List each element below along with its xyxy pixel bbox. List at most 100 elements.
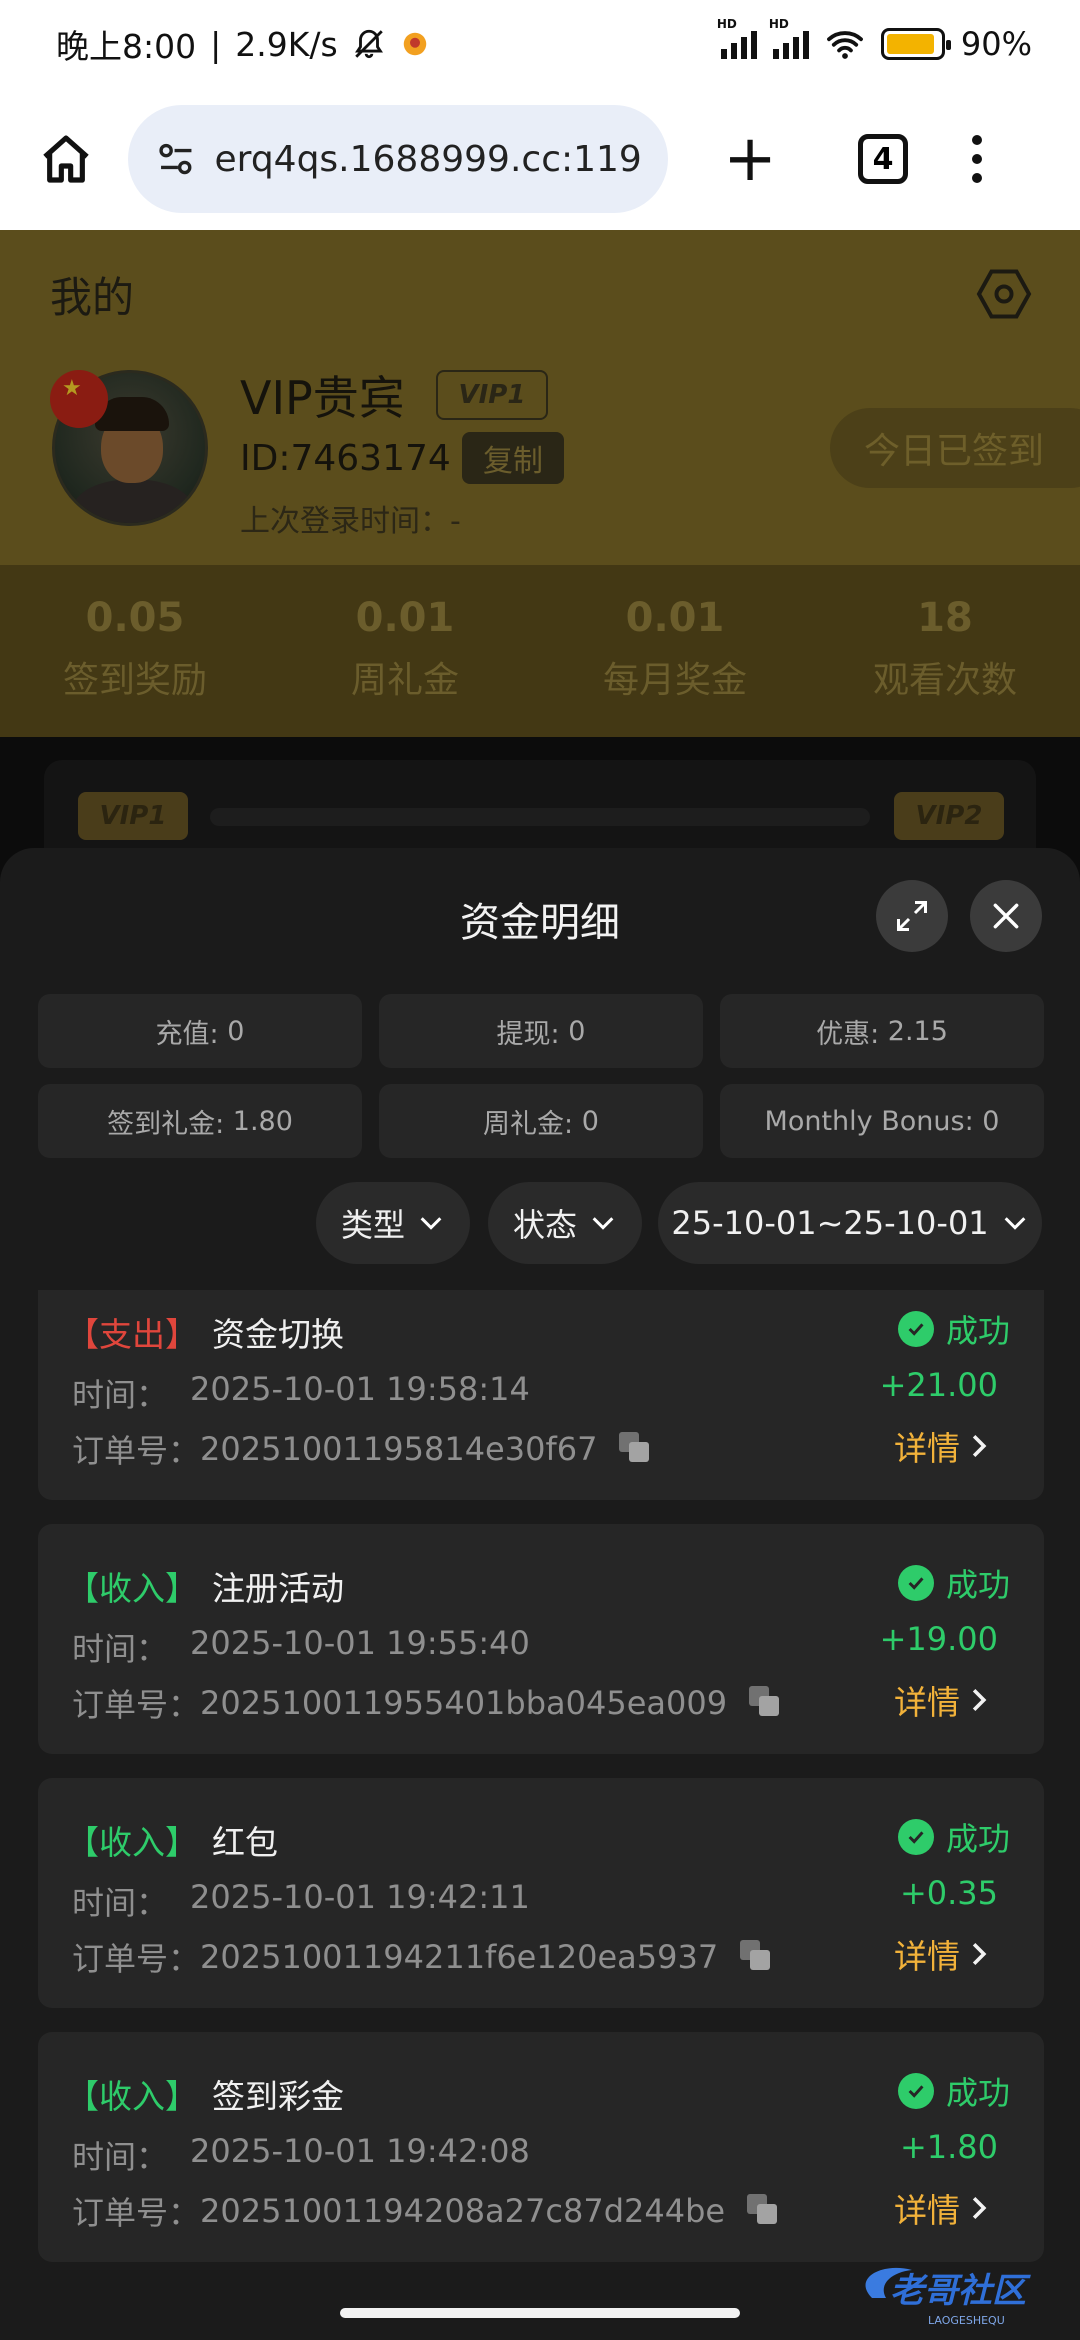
copy-icon[interactable] — [747, 2194, 781, 2228]
expand-icon — [897, 901, 927, 931]
browser-menu-button[interactable] — [972, 135, 982, 183]
chevron-down-icon — [592, 1217, 614, 1230]
record-tag: 【支出】 — [66, 1315, 198, 1354]
stat-monthly-bonus[interactable]: 0.01 每月奖金 — [540, 565, 810, 737]
home-icon — [43, 135, 89, 183]
chevron-right-icon — [972, 1434, 987, 1458]
type-filter-dropdown[interactable]: 类型 — [316, 1182, 470, 1264]
check-icon — [897, 1565, 934, 1601]
copy-icon[interactable] — [740, 1940, 774, 1974]
flag-icon — [50, 370, 108, 428]
expand-button[interactable] — [876, 880, 948, 952]
tab-switcher-button[interactable]: 4 — [858, 134, 908, 184]
transaction-list: 【支出】 资金切换 时间： 2025-10-01 19:58:14 订单号： 2025… — [38, 1290, 1044, 2290]
battery-percent: 90% — [960, 25, 1032, 63]
record-detail-link[interactable]: 详情 — [894, 2184, 990, 2232]
page-title: 我的 — [50, 273, 135, 322]
summary-withdraw: 提现: 0 — [379, 994, 703, 1068]
stat-sign-reward[interactable]: 0.05 签到奖励 — [0, 565, 270, 737]
record-tag: 【收入】 — [66, 1569, 198, 1608]
copy-icon[interactable] — [749, 1686, 783, 1720]
status-filter-dropdown[interactable]: 状态 — [488, 1182, 642, 1264]
settings-icon[interactable] — [974, 264, 1034, 324]
last-login-text: 上次登录时间：- — [240, 504, 461, 539]
chevron-down-icon — [420, 1217, 442, 1230]
summary-sign-gift: 签到礼金: 1.80 — [38, 1084, 362, 1158]
stat-view-count[interactable]: 18 观看次数 — [810, 565, 1080, 737]
record-amount: +19.00 — [879, 1620, 998, 1658]
record-name: 红包 — [212, 1823, 278, 1862]
close-button[interactable] — [970, 880, 1042, 952]
status-time: 晚上8:00 — [56, 27, 197, 66]
close-icon — [993, 903, 1019, 929]
watermark-logo: 老哥社区 LAOGESHEQU — [865, 2267, 1031, 2327]
copy-icon[interactable] — [619, 1432, 653, 1466]
user-id: ID:7463174 — [240, 438, 451, 479]
transaction-record[interactable]: 【收入】 注册活动 时间： 2025-10-01 19:55:40 订单号： 2025… — [38, 1524, 1044, 1754]
user-name: VIP贵宾 — [240, 371, 405, 425]
record-name: 注册活动 — [212, 1569, 344, 1608]
chevron-right-icon — [972, 1942, 987, 1966]
record-order: 202510011955401bba045ea009 — [200, 1684, 728, 1722]
summary-deposit: 充值: 0 — [38, 994, 362, 1068]
record-status: 成功 — [897, 1306, 1010, 1352]
record-time: 2025-10-01 19:42:08 — [190, 2132, 530, 2170]
transaction-record[interactable]: 【支出】 资金切换 时间： 2025-10-01 19:58:14 订单号： 2025… — [38, 1290, 1044, 1500]
vip-to-badge: VIP2 — [894, 792, 1004, 840]
record-order: 20251001195814e30f67 — [200, 1430, 598, 1468]
date-range-dropdown[interactable]: 25-10-01~25-10-01 — [658, 1182, 1042, 1264]
chevron-down-icon — [1004, 1217, 1026, 1230]
record-name: 资金切换 — [212, 1315, 344, 1354]
url-text: erq4qs.1688999.cc:1196/ — [214, 138, 641, 180]
gesture-bar[interactable] — [340, 2308, 740, 2318]
status-bar: 晚上8:00 | 2.9K/s HD HD 90% — [0, 0, 1080, 88]
network-speed: 2.9K/s — [235, 24, 338, 64]
hd-signal-icon: HD — [769, 17, 809, 59]
record-time: 2025-10-01 19:42:11 — [190, 1878, 530, 1916]
record-detail-link[interactable]: 详情 — [894, 1422, 990, 1470]
record-amount: +0.35 — [899, 1874, 998, 1912]
site-settings-icon[interactable] — [156, 137, 197, 181]
summary-monthly-bonus: Monthly Bonus: 0 — [720, 1084, 1044, 1158]
chevron-right-icon — [972, 2196, 987, 2220]
record-amount: +1.80 — [899, 2128, 998, 2166]
svg-text:LAOGESHEQU: LAOGESHEQU — [928, 2314, 1005, 2327]
record-time: 2025-10-01 19:55:40 — [190, 1624, 530, 1662]
wifi-icon — [826, 31, 863, 59]
summary-grid: 充值: 0 提现: 0 优惠: 2.15 签到礼金: 1.80 周礼金: 0 M… — [38, 994, 1044, 1158]
battery-fill — [886, 34, 934, 54]
record-status: 成功 — [897, 1814, 1010, 1860]
record-tag: 【收入】 — [66, 2077, 198, 2116]
record-status: 成功 — [897, 1560, 1010, 1606]
battery-icon — [880, 28, 951, 60]
copy-id-button[interactable]: 复制 — [462, 432, 564, 484]
record-detail-link[interactable]: 详情 — [894, 1676, 990, 1724]
app-notification-icon — [403, 32, 426, 56]
record-order: 20251001194208a27c87d244be — [200, 2192, 726, 2230]
stats-row: 0.05 签到奖励 0.01 周礼金 0.01 每月奖金 18 观看次数 — [0, 565, 1080, 737]
new-tab-button[interactable]: + — [720, 127, 780, 191]
sign-in-button[interactable]: 今日已签到 — [830, 408, 1080, 488]
record-amount: +21.00 — [879, 1366, 998, 1404]
summary-weekly-gift: 周礼金: 0 — [379, 1084, 703, 1158]
summary-discount: 优惠: 2.15 — [720, 994, 1044, 1068]
record-time: 2025-10-01 19:58:14 — [190, 1370, 530, 1408]
transaction-record[interactable]: 【收入】 红包 时间： 2025-10-01 19:42:11 订单号： 202510… — [38, 1778, 1044, 2008]
home-button[interactable] — [36, 129, 96, 189]
address-bar[interactable]: erq4qs.1688999.cc:1196/ — [128, 105, 668, 213]
chevron-right-icon — [972, 1688, 987, 1712]
profile-header: 我的 VIP贵宾 VIP1 ID:7463174 复制 上次登录时间：- 今日已… — [0, 230, 1080, 565]
svg-text:老哥社区: 老哥社区 — [890, 2271, 1031, 2311]
record-order: 20251001194211f6e120ea5937 — [200, 1938, 719, 1976]
record-name: 签到彩金 — [212, 2077, 344, 2116]
mute-bell-icon — [354, 29, 383, 59]
hd-signal-icon: HD — [717, 17, 757, 59]
transaction-record[interactable]: 【收入】 签到彩金 时间： 2025-10-01 19:42:08 订单号： 2025… — [38, 2032, 1044, 2262]
check-icon — [897, 1311, 934, 1347]
vip-progress-bar — [210, 808, 870, 826]
check-icon — [897, 2073, 934, 2109]
vip-from-badge: VIP1 — [78, 792, 188, 840]
record-detail-link[interactable]: 详情 — [894, 1930, 990, 1978]
browser-toolbar: erq4qs.1688999.cc:1196/ + 4 — [0, 88, 1080, 230]
stat-weekly-gift[interactable]: 0.01 周礼金 — [270, 565, 540, 737]
